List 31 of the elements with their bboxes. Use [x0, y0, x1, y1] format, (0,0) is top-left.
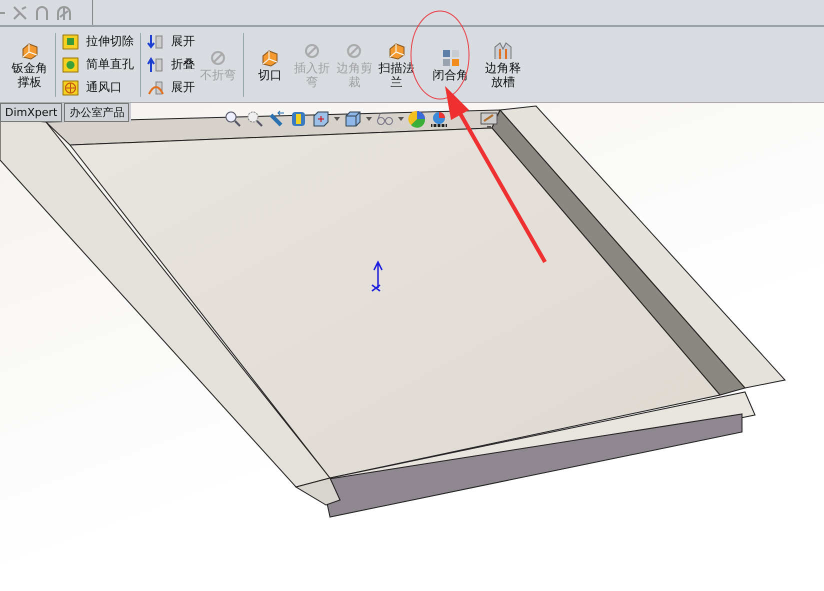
ribbon-button[interactable]: 边角释放槽 — [483, 38, 522, 90]
ribbon-button[interactable]: 拉伸切除 — [62, 32, 134, 51]
appearance-ball-icon[interactable] — [408, 110, 426, 128]
scene-icon[interactable] — [430, 110, 448, 128]
monitor-icon[interactable] — [480, 110, 498, 128]
vent-icon — [62, 80, 80, 96]
ribbon-button[interactable]: 折叠 — [147, 55, 196, 74]
ribbon-button[interactable]: 简单直孔 — [62, 55, 134, 74]
zoom-area-icon[interactable] — [246, 110, 264, 128]
dropdown-caret-icon[interactable] — [334, 117, 340, 121]
hole-icon — [62, 56, 80, 72]
view-orientation-icon[interactable] — [312, 110, 330, 128]
ribbon-button[interactable]: 切口 — [250, 46, 290, 84]
zoom-to-fit-icon[interactable] — [224, 110, 242, 128]
cube-icon[interactable] — [344, 110, 362, 128]
dropdown-caret-icon[interactable] — [366, 117, 372, 121]
down-arrow-icon — [147, 34, 166, 50]
ribbon-button[interactable]: 展开 — [147, 32, 196, 51]
square-cut-icon — [62, 34, 80, 50]
tab[interactable]: 办公室产品 — [64, 103, 130, 122]
previous-view-icon[interactable] — [268, 110, 286, 128]
tab[interactable]: DimXpert — [0, 103, 62, 122]
section-view-icon[interactable] — [290, 110, 308, 128]
arc-icon — [147, 80, 166, 96]
glasses-icon[interactable] — [376, 112, 394, 126]
dropdown-caret-icon[interactable] — [398, 117, 404, 121]
ribbon-button[interactable]: 钣金角撑板 — [10, 38, 50, 90]
notched-plate-icon — [492, 40, 514, 60]
ribbon-button[interactable]: 展开 — [147, 78, 196, 97]
up-arrow-icon — [147, 56, 166, 72]
ribbon-button[interactable]: 通风口 — [62, 78, 134, 97]
